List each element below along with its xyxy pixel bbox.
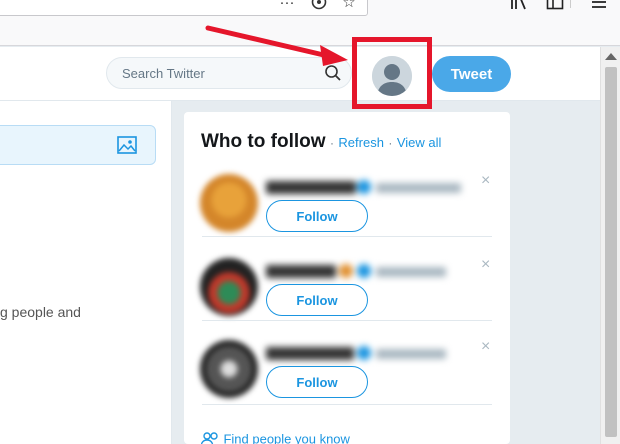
suggestion-avatar[interactable] xyxy=(200,174,258,232)
sidebar-icon[interactable] xyxy=(544,0,566,12)
who-to-follow-header: Who to follow · Refresh · View all xyxy=(201,131,441,153)
who-to-follow-title: Who to follow xyxy=(201,131,326,152)
people-icon xyxy=(201,432,218,444)
suggestion-divider xyxy=(202,404,492,405)
menu-icon[interactable] xyxy=(588,0,610,12)
right-gutter xyxy=(510,101,600,444)
view-all-link[interactable]: View all xyxy=(397,135,442,150)
annotation-highlight-box xyxy=(352,37,432,109)
add-image-icon[interactable] xyxy=(117,136,137,154)
dismiss-close-icon[interactable]: × xyxy=(481,173,490,189)
follow-button[interactable]: Follow xyxy=(266,284,368,316)
dismiss-close-icon[interactable]: × xyxy=(481,339,490,355)
pocket-icon[interactable] xyxy=(310,0,328,12)
follow-button[interactable]: Follow xyxy=(266,366,368,398)
timeline-column: g people and xyxy=(0,101,172,444)
separator-dot: · xyxy=(329,136,334,150)
suggestion-divider xyxy=(202,236,492,237)
timeline-partial-text: g people and xyxy=(0,304,81,320)
suggestion-name-blurred[interactable] xyxy=(266,178,466,196)
tweet-button[interactable]: Tweet xyxy=(432,56,511,92)
scroll-up-arrow-icon[interactable] xyxy=(605,53,617,60)
suggestion-divider xyxy=(202,320,492,321)
follow-button[interactable]: Follow xyxy=(266,200,368,232)
suggestion-avatar[interactable] xyxy=(200,258,258,316)
search-input[interactable]: Search Twitter xyxy=(122,66,205,81)
who-to-follow-card: Who to follow · Refresh · View all Follo… xyxy=(184,112,510,444)
scroll-thumb[interactable] xyxy=(605,67,617,437)
library-icon[interactable] xyxy=(508,0,530,12)
compose-tweet-box[interactable] xyxy=(0,125,156,165)
separator-dot: · xyxy=(388,136,393,150)
suggestion-name-blurred[interactable] xyxy=(266,344,466,362)
find-people-label[interactable]: Find people you know xyxy=(223,431,349,444)
suggestion-name-blurred[interactable] xyxy=(266,262,466,280)
annotation-arrow-icon xyxy=(205,25,348,66)
follow-suggestion: Follow × xyxy=(184,252,510,334)
bookmark-star-icon[interactable]: ☆ xyxy=(340,0,358,12)
find-people-link[interactable]: Find people you know xyxy=(201,430,350,444)
follow-suggestion: Follow × xyxy=(184,168,510,250)
refresh-link[interactable]: Refresh xyxy=(338,135,384,150)
page-scrollbar[interactable] xyxy=(600,47,620,444)
more-actions-icon[interactable]: ··· xyxy=(278,0,296,12)
dismiss-close-icon[interactable]: × xyxy=(481,257,490,273)
toolbar-separator xyxy=(570,0,578,8)
suggestion-avatar[interactable] xyxy=(200,340,258,398)
